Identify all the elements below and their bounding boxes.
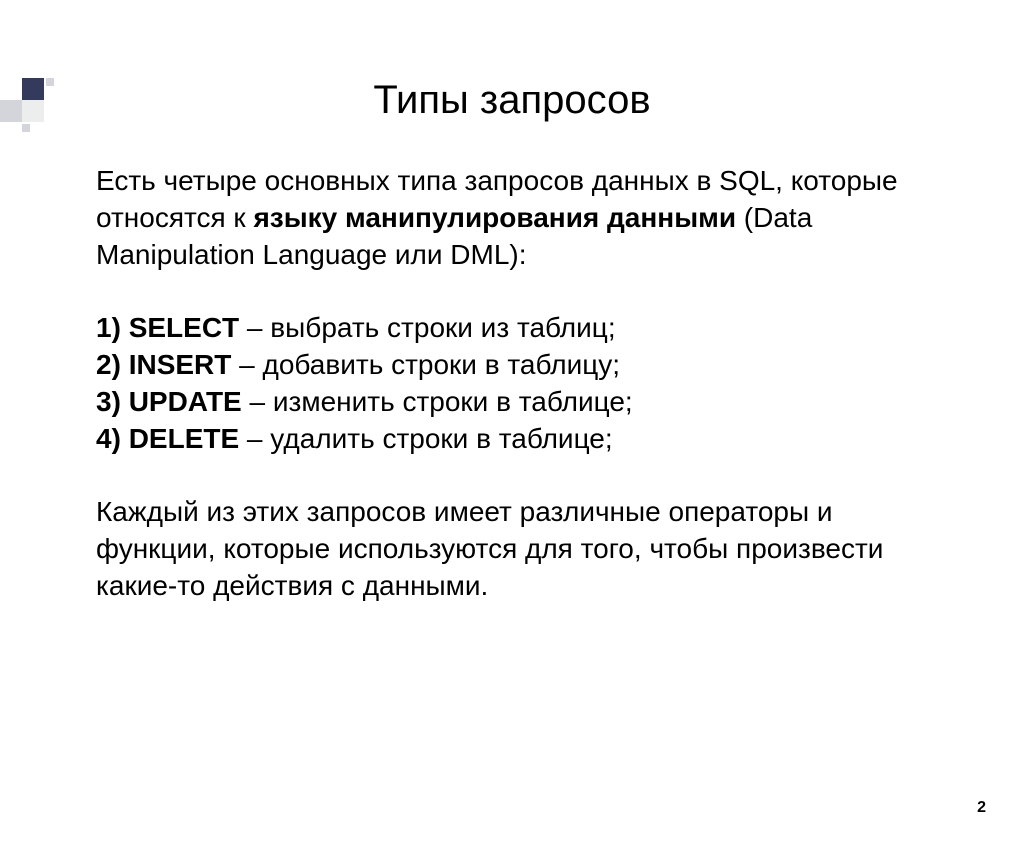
- list-item: 3) UPDATE – изменить строки в таблице;: [96, 384, 944, 421]
- decoration-square: [0, 100, 22, 122]
- intro-paragraph: Есть четыре основных типа запросов данны…: [96, 163, 944, 274]
- slide-content: Есть четыре основных типа запросов данны…: [0, 163, 1024, 605]
- item-number: 3): [96, 386, 121, 417]
- item-description: – добавить строки в таблицу;: [231, 349, 620, 380]
- corner-decoration: [0, 78, 60, 138]
- item-command: DELETE: [129, 423, 239, 454]
- query-type-list: 1) SELECT – выбрать строки из таблиц; 2)…: [96, 310, 944, 458]
- decoration-square: [22, 78, 44, 100]
- list-item: 2) INSERT – добавить строки в таблицу;: [96, 347, 944, 384]
- item-number: 2): [96, 349, 121, 380]
- decoration-square: [22, 124, 30, 132]
- item-command: UPDATE: [129, 386, 242, 417]
- item-number: 1): [96, 312, 121, 343]
- item-description: – изменить строки в таблице;: [242, 386, 633, 417]
- intro-bold: языку манипулирования данными: [253, 202, 736, 233]
- list-item: 4) DELETE – удалить строки в таблице;: [96, 421, 944, 458]
- slide-title: Типы запросов: [0, 78, 1024, 123]
- item-command: SELECT: [129, 312, 239, 343]
- item-description: – выбрать строки из таблиц;: [239, 312, 615, 343]
- page-number: 2: [977, 799, 986, 817]
- item-command: INSERT: [129, 349, 232, 380]
- list-item: 1) SELECT – выбрать строки из таблиц;: [96, 310, 944, 347]
- decoration-square: [46, 78, 54, 86]
- outro-paragraph: Каждый из этих запросов имеет различные …: [96, 494, 944, 605]
- decoration-square: [22, 100, 44, 122]
- item-number: 4): [96, 423, 121, 454]
- item-description: – удалить строки в таблице;: [239, 423, 613, 454]
